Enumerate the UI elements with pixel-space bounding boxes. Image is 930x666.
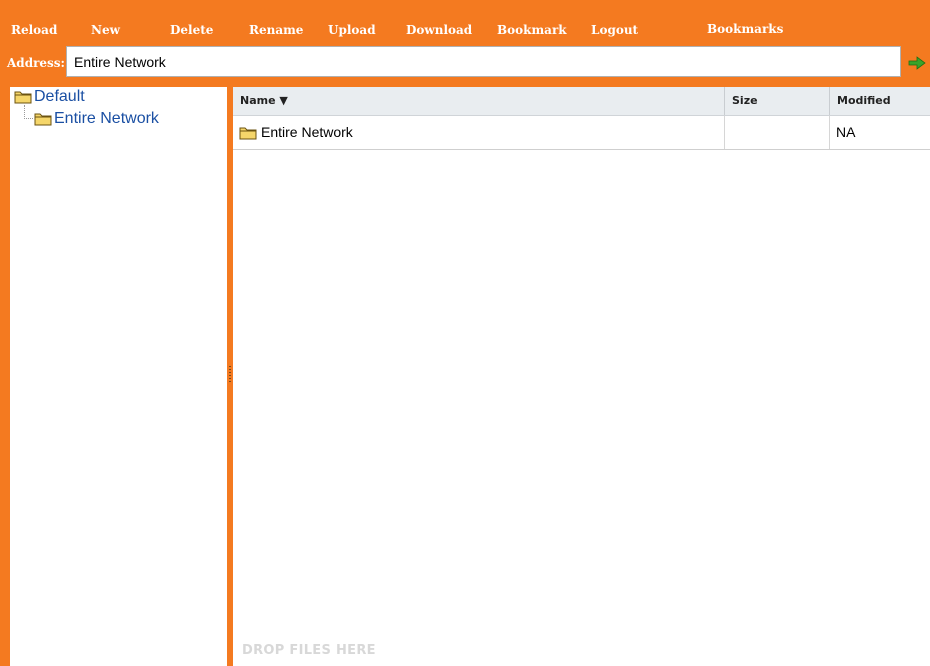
cell-divider [724, 116, 725, 149]
file-name-cell: Entire Network [239, 116, 353, 149]
bookmarks-menu[interactable]: Bookmarks [707, 22, 783, 36]
new-button[interactable]: New [91, 23, 120, 37]
file-list: Name ▼ Size Modified Entire Network NA D… [233, 87, 930, 666]
toolbar: Reload New Delete Rename Upload Download… [0, 0, 930, 44]
arrow-right-icon[interactable] [908, 56, 926, 70]
rename-button[interactable]: Rename [249, 23, 303, 37]
reload-button[interactable]: Reload [11, 23, 57, 37]
column-name-header[interactable]: Name ▼ [233, 87, 724, 115]
address-input[interactable] [66, 46, 901, 77]
drop-zone-hint: DROP FILES HERE [242, 643, 376, 658]
tree-node-entire-network[interactable]: Entire Network [34, 110, 159, 128]
column-size-header[interactable]: Size [725, 87, 829, 115]
table-row[interactable]: Entire Network NA [233, 116, 930, 150]
folder-icon [239, 127, 257, 139]
splitter-grip[interactable] [229, 366, 231, 384]
address-label: Address: [7, 56, 65, 70]
logout-button[interactable]: Logout [591, 23, 638, 37]
tree-node-default[interactable]: Default [14, 88, 85, 106]
file-name: Entire Network [261, 124, 353, 140]
delete-button[interactable]: Delete [170, 23, 213, 37]
bookmark-button[interactable]: Bookmark [497, 23, 567, 37]
tree-connector [24, 105, 25, 119]
folder-tree: Default Entire Network [10, 87, 227, 666]
tree-connector [24, 118, 33, 119]
file-modified: NA [836, 124, 856, 140]
list-header: Name ▼ Size Modified [233, 87, 930, 116]
folder-icon [14, 91, 32, 104]
tree-node-label: Entire Network [54, 110, 159, 127]
cell-divider [829, 116, 830, 149]
upload-button[interactable]: Upload [328, 23, 376, 37]
tree-node-label: Default [34, 88, 85, 105]
folder-icon [34, 113, 52, 126]
download-button[interactable]: Download [406, 23, 472, 37]
column-modified-header[interactable]: Modified [830, 87, 930, 115]
